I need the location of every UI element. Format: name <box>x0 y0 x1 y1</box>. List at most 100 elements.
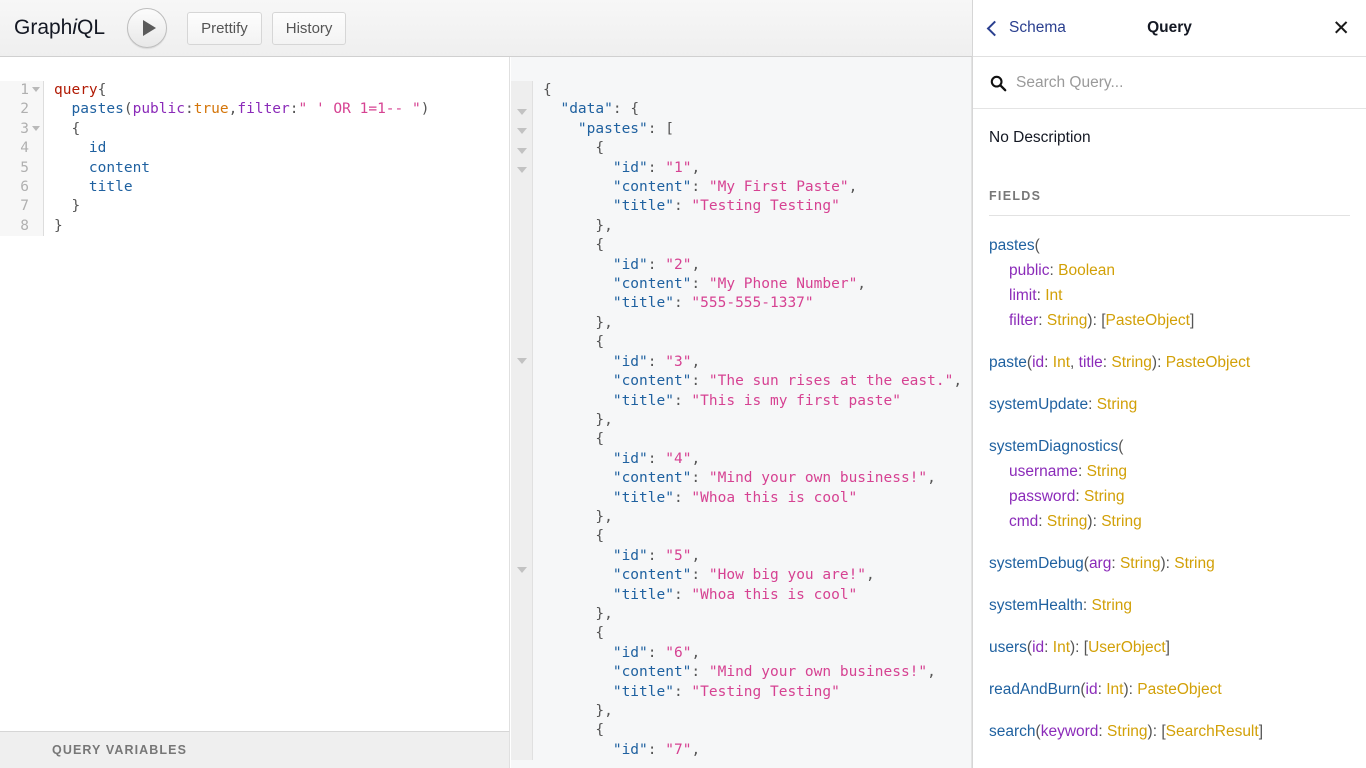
result-line: "id": "7", <box>543 741 971 760</box>
fold-triangle-icon[interactable] <box>517 109 527 115</box>
prettify-button[interactable]: Prettify <box>187 12 262 45</box>
docs-search-row[interactable] <box>973 57 1366 109</box>
result-line: }, <box>543 605 971 624</box>
field-type[interactable]: String <box>1120 555 1161 572</box>
docs-field-arg-line: password: String <box>989 484 1350 509</box>
field-type[interactable]: String <box>1084 488 1125 505</box>
fold-triangle-icon[interactable] <box>517 128 527 134</box>
field-type[interactable]: String <box>1111 354 1152 371</box>
field-name[interactable]: paste <box>989 354 1027 371</box>
token: }, <box>543 606 613 622</box>
token: " ' OR 1=1-- " <box>299 101 421 117</box>
punctuation: ): <box>1087 513 1101 530</box>
field-argument[interactable]: limit <box>1009 287 1037 304</box>
field-name[interactable]: pastes <box>989 237 1035 254</box>
execute-query-button[interactable] <box>127 8 167 48</box>
field-argument[interactable]: password <box>1009 488 1075 505</box>
fold-triangle-icon[interactable] <box>517 567 527 573</box>
token <box>543 276 613 292</box>
line-number: 8 <box>0 217 43 236</box>
docs-field-arg-line: limit: Int <box>989 283 1350 308</box>
field-type[interactable]: Int <box>1053 354 1070 371</box>
field-type[interactable]: String <box>1097 396 1138 413</box>
field-type[interactable]: String <box>1174 555 1215 572</box>
field-name[interactable]: systemUpdate <box>989 396 1088 413</box>
token: : <box>691 179 708 195</box>
field-argument[interactable]: id <box>1032 354 1044 371</box>
fold-triangle-icon[interactable] <box>517 358 527 364</box>
field-type[interactable]: String <box>1092 597 1133 614</box>
field-type[interactable]: String <box>1101 513 1142 530</box>
field-type[interactable]: String <box>1087 463 1128 480</box>
token: : <box>185 101 194 117</box>
field-type[interactable]: String <box>1107 723 1148 740</box>
docs-search-input[interactable] <box>1014 73 1350 93</box>
field-argument[interactable]: title <box>1079 354 1103 371</box>
field-argument[interactable]: keyword <box>1041 723 1099 740</box>
editor-code[interactable]: query{ pastes(public:true,filter:" ' OR … <box>44 81 509 236</box>
field-argument[interactable]: filter <box>1009 312 1038 329</box>
field-type[interactable]: PasteObject <box>1166 354 1250 371</box>
token: }, <box>543 412 613 428</box>
field-name[interactable]: systemDebug <box>989 555 1084 572</box>
field-type[interactable]: String <box>1047 513 1088 530</box>
field-name[interactable]: systemHealth <box>989 597 1083 614</box>
fold-triangle-icon[interactable] <box>32 126 40 131</box>
field-argument[interactable]: arg <box>1089 555 1111 572</box>
field-type[interactable]: Int <box>1053 639 1070 656</box>
token: "content" <box>613 276 692 292</box>
field-argument[interactable]: id <box>1032 639 1044 656</box>
token: "My Phone Number" <box>709 276 857 292</box>
field-name[interactable]: search <box>989 723 1036 740</box>
token: : <box>290 101 299 117</box>
docs-field: pastes(public: Booleanlimit: Intfilter: … <box>989 233 1350 333</box>
field-name[interactable]: readAndBurn <box>989 681 1080 698</box>
query-variables-toggle[interactable]: QUERY VARIABLES <box>0 731 510 768</box>
field-type[interactable]: Int <box>1106 681 1123 698</box>
result-viewer-pane[interactable]: { "data": { "pastes": [ { "id": "1", "co… <box>511 57 972 768</box>
field-type[interactable]: UserObject <box>1088 639 1166 656</box>
field-type[interactable]: Int <box>1045 287 1062 304</box>
field-argument[interactable]: username <box>1009 463 1078 480</box>
result-line: { <box>543 527 971 546</box>
field-name[interactable]: users <box>989 639 1027 656</box>
field-type[interactable]: String <box>1047 312 1088 329</box>
punctuation: : <box>1044 354 1053 371</box>
history-button[interactable]: History <box>272 12 347 45</box>
field-type[interactable]: PasteObject <box>1137 681 1221 698</box>
docs-back-button[interactable]: Schema <box>989 19 1066 37</box>
field-type[interactable]: Boolean <box>1058 262 1115 279</box>
line-number: 2 <box>0 100 43 119</box>
fold-triangle-icon[interactable] <box>517 167 527 173</box>
punctuation: ] <box>1190 312 1194 329</box>
documentation-panel: Schema Query ✕ No Description FIELDS pas… <box>972 0 1366 768</box>
token: "The sun rises at the east." <box>709 373 953 389</box>
punctuation: ( <box>1035 237 1040 254</box>
line-number: 6 <box>0 178 43 197</box>
result-line: "id": "2", <box>543 256 971 275</box>
field-type[interactable]: PasteObject <box>1106 312 1190 329</box>
field-name[interactable]: systemDiagnostics <box>989 438 1118 455</box>
field-argument[interactable]: public <box>1009 262 1050 279</box>
token: , <box>691 645 700 661</box>
result-fold-gutter[interactable] <box>511 81 533 760</box>
token: "content" <box>613 567 692 583</box>
field-type[interactable]: SearchResult <box>1166 723 1259 740</box>
token: "title" <box>613 490 674 506</box>
token: }, <box>543 315 613 331</box>
result-line: { <box>543 333 971 352</box>
token: "1" <box>665 160 691 176</box>
field-argument[interactable]: cmd <box>1009 513 1038 530</box>
fold-triangle-icon[interactable] <box>517 148 527 154</box>
result-line: "title": "Whoa this is cool" <box>543 586 971 605</box>
token: : <box>691 373 708 389</box>
query-editor[interactable]: 12345678 query{ pastes(public:true,filte… <box>0 57 509 236</box>
close-icon[interactable]: ✕ <box>1332 18 1350 39</box>
fold-triangle-icon[interactable] <box>32 87 40 92</box>
field-argument[interactable]: id <box>1086 681 1098 698</box>
token: : <box>674 393 691 409</box>
query-editor-pane[interactable]: 12345678 query{ pastes(public:true,filte… <box>0 57 510 731</box>
play-icon <box>143 20 156 36</box>
token: "6" <box>665 645 691 661</box>
line-number: 3 <box>0 120 43 139</box>
